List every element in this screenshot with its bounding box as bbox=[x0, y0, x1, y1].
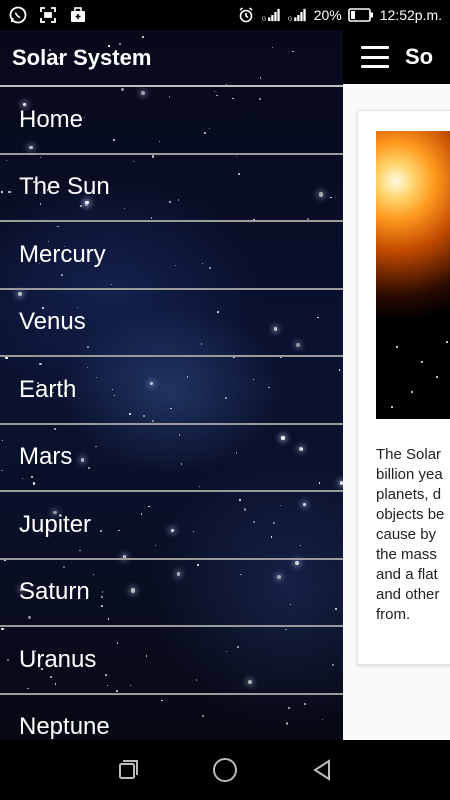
drawer-menu: Home The Sun Mercury Venus Earth Mars Ju… bbox=[0, 85, 343, 740]
menu-item-the-sun[interactable]: The Sun bbox=[0, 152, 343, 221]
menu-item-mars[interactable]: Mars bbox=[0, 422, 343, 491]
alarm-icon bbox=[236, 5, 256, 25]
main-content: So The Solar billion yea planets, d obje… bbox=[343, 30, 450, 740]
menu-item-label: Uranus bbox=[19, 645, 97, 673]
content-card: The Solar billion yea planets, d objects… bbox=[357, 110, 450, 665]
main-toolbar: So bbox=[343, 30, 450, 84]
whatsapp-icon bbox=[8, 5, 28, 25]
recent-apps-icon[interactable] bbox=[108, 750, 148, 790]
menu-item-label: Venus bbox=[19, 308, 86, 336]
card-description: The Solar billion yea planets, d objects… bbox=[376, 446, 445, 623]
menu-icon[interactable] bbox=[361, 46, 389, 68]
drawer-title: Solar System bbox=[12, 44, 152, 70]
menu-item-home[interactable]: Home bbox=[0, 85, 343, 153]
menu-item-label: Jupiter bbox=[19, 510, 92, 538]
menu-item-label: The Sun bbox=[19, 173, 110, 201]
back-icon[interactable] bbox=[302, 750, 342, 790]
menu-item-earth[interactable]: Earth bbox=[0, 355, 343, 423]
status-time: 12:52p.m. bbox=[379, 7, 442, 23]
menu-item-label: Neptune bbox=[19, 713, 110, 740]
main-title: So bbox=[405, 44, 434, 69]
navigation-drawer: Solar System Home The Sun Mercury Venus … bbox=[0, 30, 343, 740]
status-bar: G G 20% 12:52p.m. bbox=[0, 0, 450, 30]
signal-icon: G bbox=[288, 5, 308, 25]
battery-icon bbox=[347, 5, 374, 25]
svg-text:G: G bbox=[288, 16, 292, 22]
home-icon[interactable] bbox=[205, 750, 245, 790]
menu-item-label: Earth bbox=[19, 375, 77, 403]
menu-item-mercury[interactable]: Mercury bbox=[0, 220, 343, 288]
sun-image bbox=[376, 131, 450, 419]
menu-item-jupiter[interactable]: Jupiter bbox=[0, 490, 343, 558]
menu-item-label: Mars bbox=[19, 443, 73, 471]
menu-item-neptune[interactable]: Neptune bbox=[0, 692, 343, 740]
menu-item-label: Saturn bbox=[19, 578, 90, 606]
menu-item-label: Mercury bbox=[19, 240, 106, 268]
menu-item-venus[interactable]: Venus bbox=[0, 287, 343, 356]
signal-icon: G bbox=[262, 5, 282, 25]
svg-text:G: G bbox=[262, 16, 266, 22]
menu-item-uranus[interactable]: Uranus bbox=[0, 625, 343, 693]
system-nav-bar bbox=[0, 740, 450, 800]
drawer-header: Solar System bbox=[0, 30, 343, 85]
scan-icon bbox=[38, 5, 58, 25]
briefcase-icon bbox=[68, 5, 88, 25]
menu-item-label: Home bbox=[19, 105, 84, 133]
battery-percent: 20% bbox=[313, 7, 342, 23]
menu-item-saturn[interactable]: Saturn bbox=[0, 557, 343, 626]
